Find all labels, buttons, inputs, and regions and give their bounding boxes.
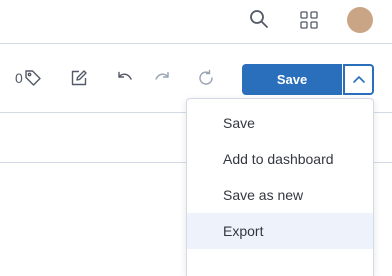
menu-item-save-as-new[interactable]: Save as new xyxy=(187,177,373,213)
search-icon[interactable] xyxy=(248,8,270,30)
save-button[interactable]: Save xyxy=(242,64,342,95)
chevron-up-icon xyxy=(352,75,366,85)
tag-count: 0 xyxy=(15,70,23,86)
edit-icon[interactable] xyxy=(68,67,90,89)
menu-item-export[interactable]: Export xyxy=(187,213,373,249)
apps-grid-icon[interactable] xyxy=(298,9,320,31)
header-bar xyxy=(0,0,392,44)
menu-item-save[interactable]: Save xyxy=(187,105,373,141)
tags-button[interactable]: 0 xyxy=(15,67,42,89)
avatar[interactable] xyxy=(347,7,373,33)
undo-icon[interactable] xyxy=(114,67,136,89)
menu-item-add-to-dashboard[interactable]: Add to dashboard xyxy=(187,141,373,177)
save-menu: Save Add to dashboard Save as new Export xyxy=(186,98,374,276)
save-options-button[interactable] xyxy=(343,64,374,95)
refresh-icon[interactable] xyxy=(195,67,217,89)
tag-icon xyxy=(24,69,42,87)
redo-icon[interactable] xyxy=(151,67,173,89)
